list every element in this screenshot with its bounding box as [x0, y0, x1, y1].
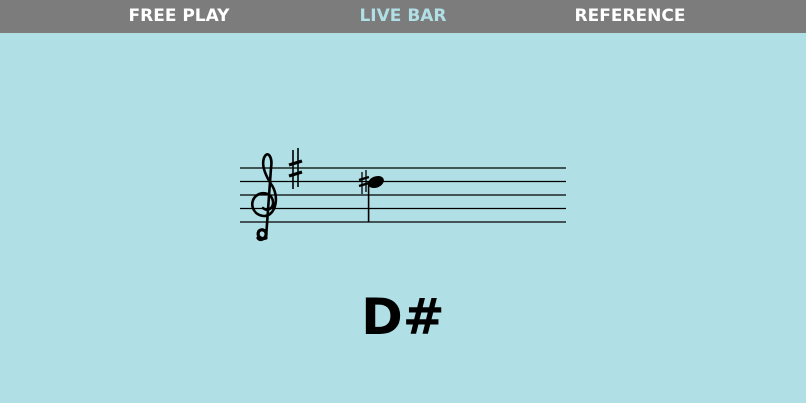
tab-reference[interactable]: REFERENCE [555, 4, 705, 28]
app-window: FREE PLAY LIVE BAR REFERENCE D# [0, 0, 806, 403]
note-name-label: D# [361, 288, 445, 346]
staff-lines [240, 167, 566, 223]
top-nav-bar: FREE PLAY LIVE BAR REFERENCE [0, 0, 806, 33]
tab-live-bar[interactable]: LIVE BAR [328, 4, 478, 28]
note [367, 175, 384, 222]
treble-clef-icon [250, 153, 278, 242]
music-staff [240, 148, 566, 242]
tab-free-play[interactable]: FREE PLAY [104, 4, 254, 28]
